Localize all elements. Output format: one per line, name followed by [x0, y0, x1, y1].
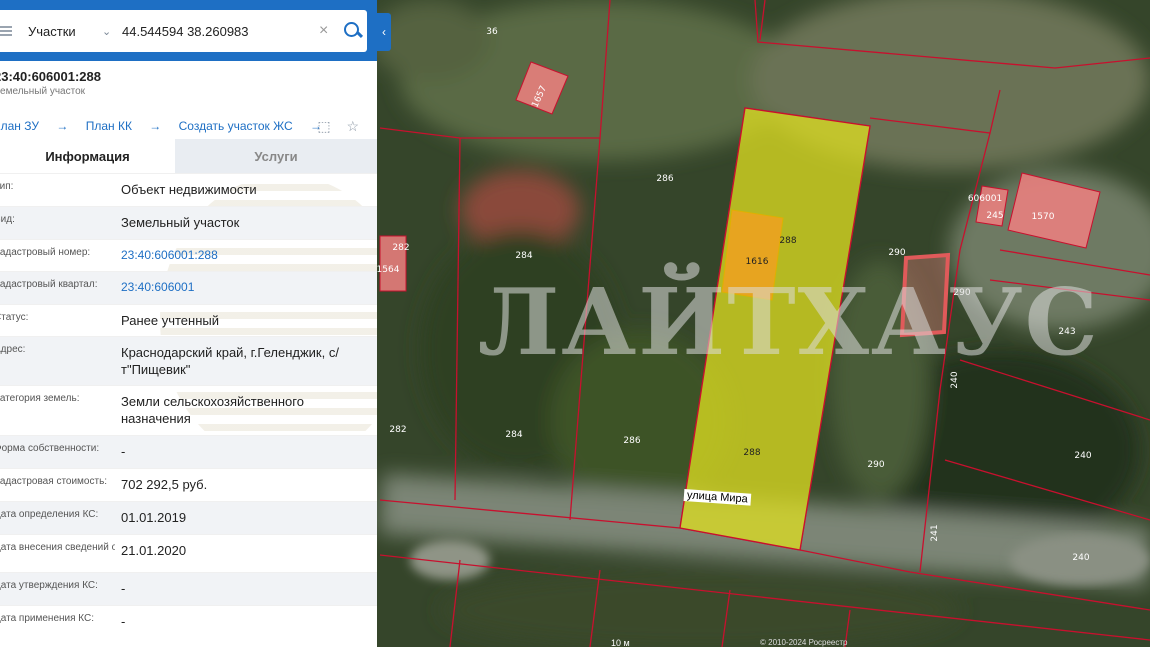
tab-services[interactable]: Услуги: [175, 139, 377, 173]
parcel-number-label: 36: [486, 27, 498, 37]
menu-icon[interactable]: [0, 24, 12, 38]
parcel-number-label: 1616: [746, 257, 769, 267]
table-row: Вид: Земельный участок: [0, 206, 377, 239]
tab-bar: Информация Услуги: [0, 139, 377, 173]
search-input[interactable]: 44.544594 38.260983: [122, 24, 319, 39]
row-value: 21.01.2020: [121, 543, 187, 558]
scale-label: 10 м: [611, 638, 630, 647]
table-row: Адрес: Краснодарский край, г.Геленджик, …: [0, 336, 377, 385]
search-box: Участки ⌄ 44.544594 38.260983 ×: [0, 10, 367, 52]
close-icon[interactable]: ×: [319, 22, 339, 40]
parcel-number-label: 282: [392, 243, 409, 253]
chevron-down-icon[interactable]: ⌄: [102, 25, 122, 38]
parcel-title: 23:40:606001:288: [0, 69, 101, 84]
parcel-number-label: 284: [515, 251, 532, 261]
row-key: Вид:: [0, 214, 15, 225]
table-row: Статус: Ранее учтенный: [0, 304, 377, 336]
table-row: Дата внесения сведений о КС: 21.01.2020: [0, 534, 377, 572]
row-key: Кадастровый квартал:: [0, 279, 98, 290]
table-row: Дата определения КС: 01.01.2019: [0, 501, 377, 534]
parcel-number-label: 240: [950, 371, 960, 388]
parcel-number-label: 282: [389, 425, 406, 435]
search-bar: Участки ⌄ 44.544594 38.260983 ×: [0, 0, 377, 61]
row-value: 01.01.2019: [121, 510, 187, 525]
row-value: -: [121, 581, 126, 596]
parcel-number-label: 288: [779, 236, 796, 246]
row-key: Кадастровый номер:: [0, 247, 91, 258]
parcel-number-label: 288: [743, 448, 760, 458]
header-icons: ⬚ ☆: [305, 118, 359, 135]
row-value: -: [121, 614, 126, 629]
parcel-number-label: 290: [888, 248, 905, 258]
table-row: Тип: Объект недвижимости: [0, 173, 377, 206]
row-key: Тип:: [0, 181, 14, 192]
cadastral-quarter-link[interactable]: 23:40:606001: [115, 272, 377, 304]
table-row: Кадастровый номер: 23:40:606001:288: [0, 239, 377, 271]
row-value: Ранее учтенный: [121, 313, 219, 328]
row-key: Дата утверждения КС:: [0, 580, 98, 591]
row-value: Краснодарский край, г.Геленджик, с/т"Пищ…: [121, 345, 339, 377]
table-row: Дата утверждения КС: -: [0, 572, 377, 605]
parcel-number-label: 286: [656, 174, 673, 184]
row-key: Статус:: [0, 312, 29, 323]
parcel-number-label: 290: [867, 460, 884, 470]
copyright-text: © 2010-2024 Росреестр: [760, 638, 848, 647]
plan-zu-link[interactable]: План ЗУ →: [0, 119, 68, 133]
row-key: Форма собственности:: [0, 443, 100, 454]
star-icon[interactable]: ☆: [346, 118, 359, 134]
create-parcel-link[interactable]: Создать участок ЖС →: [179, 119, 322, 133]
parcel-number-label: 240: [1072, 553, 1089, 563]
parcel-number-label: 1564: [377, 265, 400, 275]
search-icon[interactable]: [339, 19, 367, 43]
tab-info[interactable]: Информация: [0, 139, 175, 173]
table-row: Кадастровая стоимость: 702 292,5 руб.: [0, 468, 377, 501]
row-key: Дата применения КС:: [0, 613, 95, 624]
row-value: 702 292,5 руб.: [121, 477, 208, 492]
action-links: План ЗУ → План КК → Создать участок ЖС →: [0, 119, 336, 133]
row-key: Дата внесения сведений о КС:: [0, 542, 115, 553]
row-key: Дата определения КС:: [0, 509, 99, 520]
row-key: Адрес:: [0, 344, 26, 355]
collapse-panel-button[interactable]: ‹: [377, 13, 391, 51]
parcel-number-label: 286: [623, 436, 640, 446]
parcel-number-label: 241: [930, 524, 940, 541]
row-key: Категория земель:: [0, 393, 80, 404]
row-key: Кадастровая стоимость:: [0, 476, 108, 487]
row-value: Объект недвижимости: [121, 182, 257, 197]
layer-select[interactable]: Участки: [28, 24, 102, 39]
table-row: Кадастровый квартал: 23:40:606001: [0, 271, 377, 304]
table-row: Дата применения КС: -: [0, 605, 377, 638]
plan-kk-link[interactable]: План КК →: [86, 119, 162, 133]
row-value: Земли сельскохозяйственного назначения: [121, 394, 304, 426]
table-row: Категория земель: Земли сельскохозяйстве…: [0, 385, 377, 435]
row-value: Земельный участок: [121, 215, 240, 230]
zoom-to-icon[interactable]: ⬚: [317, 118, 330, 134]
parcel-number-label: 290: [953, 288, 970, 298]
info-table: Тип: Объект недвижимости Вид: Земельный …: [0, 173, 377, 638]
parcel-number-label: 284: [505, 430, 522, 440]
parcel-number-label: 1570: [1032, 212, 1055, 222]
info-panel: Участки ⌄ 44.544594 38.260983 × 23:40:60…: [0, 0, 377, 647]
row-value: -: [121, 444, 126, 459]
parcel-number-label: 606001: [968, 194, 1002, 204]
parcel-number-label: 245: [986, 211, 1003, 221]
table-row: Форма собственности: -: [0, 435, 377, 468]
parcel-number-label: 240: [1074, 451, 1091, 461]
parcel-number-label: 243: [1058, 327, 1075, 337]
cadastral-number-link[interactable]: 23:40:606001:288: [115, 240, 377, 271]
parcel-subtitle: Земельный участок: [0, 86, 86, 97]
